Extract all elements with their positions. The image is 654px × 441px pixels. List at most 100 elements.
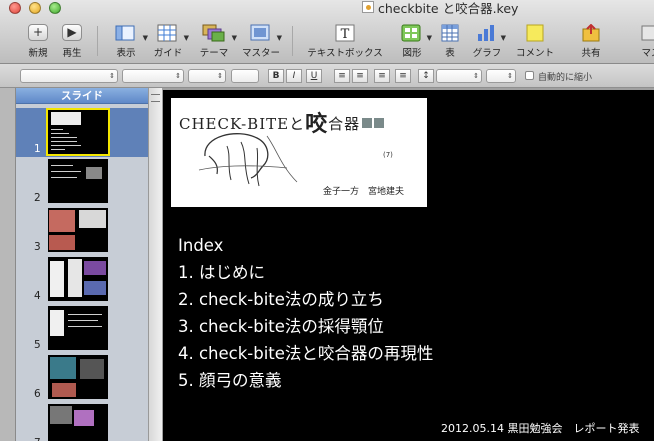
- mask-button[interactable]: マス: [636, 24, 654, 60]
- table-button[interactable]: 表: [440, 24, 460, 60]
- slide-thumbnail-2[interactable]: 2: [16, 157, 148, 206]
- chart-button[interactable]: ▼ グラフ: [472, 24, 506, 60]
- guides-button[interactable]: ▼ ガイド: [153, 24, 189, 60]
- slide-number: 3: [34, 241, 41, 253]
- toolbar-divider: [97, 26, 98, 56]
- thumbnail-text-line: [51, 129, 63, 130]
- table-icon: [441, 24, 459, 42]
- new-slide-button[interactable]: + 新規: [26, 24, 50, 60]
- thumbnail-image: [49, 235, 75, 250]
- slide-thumbnail-4[interactable]: 4: [16, 255, 148, 304]
- themes-icon: [202, 24, 225, 42]
- chart-label: グラフ: [472, 48, 502, 59]
- cover-title-kanji: 咬: [305, 111, 329, 137]
- slide-number: 4: [34, 290, 41, 302]
- shapes-button[interactable]: ▼ 図形: [398, 24, 432, 60]
- slide-number: 6: [34, 388, 41, 400]
- chevron-down-icon: ▼: [183, 34, 189, 42]
- slide-editor[interactable]: CHECK-BITEと咬合器 (7) 金子一方 宮地建夫 Index 1. はじ…: [163, 90, 654, 441]
- cover-title-suffix: 合器: [328, 115, 361, 133]
- masters-icon: [250, 24, 270, 41]
- spacing-select[interactable]: ⇕: [436, 69, 482, 83]
- line-spacing-icon: ↕: [422, 71, 430, 81]
- bold-button[interactable]: B: [268, 69, 284, 83]
- mask-icon: [641, 25, 654, 41]
- italic-button[interactable]: I: [286, 69, 302, 83]
- table-label: 表: [445, 48, 455, 59]
- align-left-button[interactable]: ≡: [334, 69, 350, 83]
- view-label: 表示: [116, 48, 136, 59]
- updown-arrow-icon: ⇕: [217, 72, 223, 80]
- underline-button[interactable]: U: [306, 69, 322, 83]
- slide-thumbnail-3[interactable]: 3: [16, 206, 148, 255]
- index-item: 4. check-bite法と咬合器の再現性: [178, 344, 434, 363]
- slide-thumbnail-1[interactable]: 1: [16, 108, 148, 157]
- slide-thumbnail-7[interactable]: 7: [16, 402, 148, 441]
- font-family-select[interactable]: ⇕: [122, 69, 184, 83]
- share-button[interactable]: 共有: [580, 24, 602, 60]
- index-item: 1. はじめに: [178, 263, 265, 282]
- article-cover-image[interactable]: CHECK-BITEと咬合器 (7) 金子一方 宮地建夫: [171, 98, 427, 207]
- slide-number: 5: [34, 339, 41, 351]
- slide-preview: [48, 355, 108, 399]
- share-icon: [582, 24, 600, 42]
- minimize-window-button[interactable]: [29, 2, 41, 14]
- updown-arrow-icon: ⇕: [175, 72, 181, 80]
- justify-button[interactable]: ≡: [395, 69, 411, 83]
- chart-icon: [478, 25, 494, 41]
- updown-arrow-icon: ⇕: [473, 72, 479, 80]
- view-icon: [115, 25, 135, 41]
- themes-button[interactable]: ▼ テーマ: [197, 24, 237, 60]
- comment-label: コメント: [515, 48, 555, 59]
- masters-button[interactable]: ▼ マスター: [242, 24, 282, 60]
- slide-footer: 2012.05.14 黒田勉強会 レポート発表: [441, 422, 640, 435]
- plus-icon: +: [28, 24, 48, 41]
- paragraph-style-select[interactable]: ⇕: [20, 69, 118, 83]
- align-right-button[interactable]: ≡: [374, 69, 390, 83]
- cover-title-block: [362, 118, 373, 128]
- columns-select[interactable]: ⇕: [486, 69, 516, 83]
- themes-label: テーマ: [199, 48, 229, 59]
- thumbnail-image: [80, 359, 104, 379]
- slide-number: 7: [34, 437, 41, 441]
- share-label: 共有: [581, 48, 601, 59]
- slide-preview: [48, 404, 108, 441]
- align-center-icon: ≡: [356, 71, 364, 81]
- index-item: 2. check-bite法の成り立ち: [178, 290, 384, 309]
- auto-shrink-label: 自動的に縮小: [538, 73, 593, 83]
- thumbnail-text-line: [51, 165, 73, 166]
- cover-page-number: (7): [383, 151, 393, 159]
- navigator-header: スライド: [16, 88, 148, 104]
- auto-shrink-checkbox[interactable]: [525, 71, 534, 80]
- slide-thumbnail-6[interactable]: 6: [16, 353, 148, 402]
- line-spacing-button[interactable]: ↕: [418, 69, 434, 83]
- cover-authors: 金子一方 宮地建夫: [323, 187, 405, 197]
- align-right-icon: ≡: [378, 71, 386, 81]
- slide-preview: [48, 306, 108, 350]
- text-color-well[interactable]: [231, 69, 259, 83]
- slide-thumbnail-5[interactable]: 5: [16, 304, 148, 353]
- thumbnail-text-line: [51, 171, 81, 172]
- skull-sketch: [198, 133, 298, 187]
- zoom-window-button[interactable]: [49, 2, 61, 14]
- slide-body-text[interactable]: Index 1. はじめに 2. check-bite法の成り立ち 3. che…: [178, 232, 433, 394]
- view-button[interactable]: ▼ 表示: [110, 24, 148, 60]
- slide-number: 2: [34, 192, 41, 204]
- thumbnail-text-line: [51, 177, 77, 178]
- text-box-button[interactable]: T テキストボックス: [307, 24, 383, 60]
- shapes-icon: [401, 24, 421, 42]
- index-item: 5. 顔弓の意義: [178, 371, 282, 390]
- align-center-button[interactable]: ≡: [352, 69, 368, 83]
- thumbnail-image: [50, 261, 64, 297]
- masters-label: マスター: [241, 48, 281, 59]
- mask-label: マス: [641, 48, 654, 59]
- close-window-button[interactable]: [9, 2, 21, 14]
- chevron-down-icon: ▼: [500, 34, 506, 42]
- updown-arrow-icon: ⇕: [109, 72, 115, 80]
- comment-button[interactable]: コメント: [516, 24, 554, 60]
- window-toolbar: checkbite と咬合器.key + 新規 ▶ 再生 ▼ 表示 ▼ ガイド: [0, 0, 654, 64]
- play-button[interactable]: ▶ 再生: [60, 24, 84, 60]
- navigator-splitter[interactable]: [148, 88, 162, 441]
- thumbnail-image: [68, 259, 82, 297]
- font-size-select[interactable]: ⇕: [188, 69, 226, 83]
